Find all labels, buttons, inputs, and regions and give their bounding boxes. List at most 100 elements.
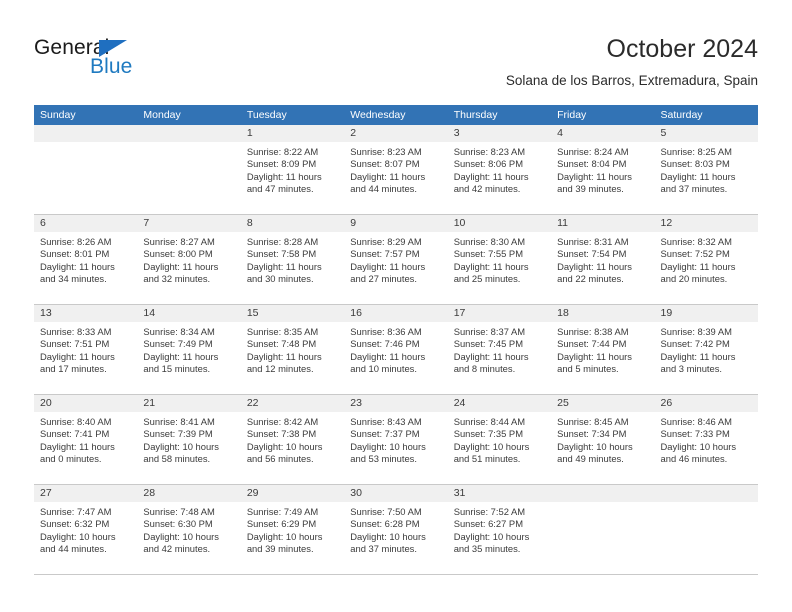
day-number-band: 14 [137,305,241,322]
day-number: 8 [246,217,253,229]
sunset-text: Sunset: 6:28 PM [350,518,420,530]
daylight-text: Daylight: 11 hours and 42 minutes. [453,170,529,195]
sunrise-text: Sunrise: 8:28 AM [246,236,319,247]
sunrise-text: Sunrise: 8:32 AM [660,236,732,247]
sunrise-text: Sunrise: 8:40 AM [40,416,112,427]
calendar-day-cell[interactable]: 26 Sunrise: 8:46 AM Sunset: 7:33 PM Dayligh… [654,395,758,484]
calendar-day-cell[interactable]: 19 Sunrise: 8:39 AM Sunset: 7:42 PM Dayligh… [654,305,758,394]
day-number-band: 22 [240,395,345,412]
calendar-day-cell[interactable]: 9 Sunrise: 8:29 AM Sunset: 7:57 PM Daylight… [344,215,448,304]
calendar-day-cell[interactable]: 28 Sunrise: 7:48 AM Sunset: 6:30 PM Dayligh… [137,485,241,574]
day-number-band: 18 [551,305,655,322]
sunrise-text: Sunrise: 8:25 AM [660,146,732,157]
day-number: 22 [246,397,259,409]
daylight-text: Daylight: 11 hours and 17 minutes. [40,350,115,375]
calendar-day-cell[interactable]: 6 Sunrise: 8:26 AM Sunset: 8:01 PM Daylight… [34,215,138,304]
calendar-week-row: 1 Sunrise: 8:22 AM Sunset: 8:09 PM Daylight… [34,125,758,215]
calendar-day-cell[interactable]: 21 Sunrise: 8:41 AM Sunset: 7:39 PM Dayligh… [137,395,241,484]
daylight-text: Daylight: 11 hours and 37 minutes. [660,170,736,195]
calendar-day-cell-empty [34,125,138,214]
day-number-band: 28 [137,485,241,502]
calendar-day-cell[interactable]: 8 Sunrise: 8:28 AM Sunset: 7:58 PM Daylight… [240,215,345,304]
calendar-week-row: 27 Sunrise: 7:47 AM Sunset: 6:32 PM Dayligh… [34,485,758,575]
sunset-text: Sunset: 7:38 PM [246,428,317,440]
calendar-day-cell[interactable]: 23 Sunrise: 8:43 AM Sunset: 7:37 PM Dayligh… [344,395,448,484]
sunrise-text: Sunrise: 8:44 AM [453,416,526,427]
sunset-text: Sunset: 7:35 PM [453,428,523,440]
day-number: 26 [660,397,673,409]
daylight-text: Daylight: 10 hours and 53 minutes. [350,440,426,465]
day-details: Sunrise: 8:34 AM Sunset: 7:49 PM Daylight:… [137,322,240,376]
day-number: 2 [350,127,357,139]
sunset-text: Sunset: 6:29 PM [246,518,317,530]
day-number-band: 2 [344,125,448,142]
calendar-day-cell[interactable]: 20 Sunrise: 8:40 AM Sunset: 7:41 PM Dayligh… [34,395,138,484]
daylight-text: Daylight: 10 hours and 46 minutes. [660,440,737,465]
sunrise-text: Sunrise: 8:23 AM [453,146,526,157]
sunset-text: Sunset: 7:33 PM [660,428,730,440]
day-number-band: 3 [447,125,552,142]
calendar-day-cell[interactable]: 22 Sunrise: 8:42 AM Sunset: 7:38 PM Dayligh… [240,395,345,484]
day-number-band: 9 [344,215,448,232]
daylight-text: Daylight: 10 hours and 49 minutes. [557,440,633,465]
sunrise-text: Sunrise: 8:27 AM [143,236,215,247]
day-details: Sunrise: 8:29 AM Sunset: 7:57 PM Daylight:… [344,232,447,286]
sunrise-text: Sunrise: 7:47 AM [40,506,112,517]
calendar-week-row: 13 Sunrise: 8:33 AM Sunset: 7:51 PM Dayligh… [34,305,758,395]
daylight-text: Daylight: 11 hours and 27 minutes. [350,260,426,285]
day-number: 24 [453,397,466,409]
calendar-day-cell[interactable]: 14 Sunrise: 8:34 AM Sunset: 7:49 PM Dayligh… [137,305,241,394]
calendar-day-cell[interactable]: 10 Sunrise: 8:30 AM Sunset: 7:55 PM Dayligh… [447,215,552,304]
day-number-band [34,125,138,142]
calendar-day-cell[interactable]: 31 Sunrise: 7:52 AM Sunset: 6:27 PM Dayligh… [447,485,552,574]
calendar-day-cell[interactable]: 29 Sunrise: 7:49 AM Sunset: 6:29 PM Dayligh… [240,485,345,574]
calendar-day-cell[interactable]: 1 Sunrise: 8:22 AM Sunset: 8:09 PM Daylight… [240,125,345,214]
daylight-text: Daylight: 11 hours and 8 minutes. [453,350,529,375]
calendar-day-cell[interactable]: 25 Sunrise: 8:45 AM Sunset: 7:34 PM Dayligh… [551,395,655,484]
calendar-day-cell[interactable]: 16 Sunrise: 8:36 AM Sunset: 7:46 PM Dayligh… [344,305,448,394]
calendar-day-cell[interactable]: 27 Sunrise: 7:47 AM Sunset: 6:32 PM Dayligh… [34,485,138,574]
daylight-text: Daylight: 10 hours and 39 minutes. [246,530,323,555]
weekday-header-tuesday: Tuesday [246,109,287,121]
day-number: 31 [453,487,466,499]
logo-text-blue: Blue [90,55,133,78]
calendar-page: General Blue October 2024 Solana de los … [0,0,792,612]
sunset-text: Sunset: 7:39 PM [143,428,213,440]
day-details: Sunrise: 8:24 AM Sunset: 8:04 PM Daylight:… [551,142,654,196]
sunset-text: Sunset: 8:00 PM [143,248,213,260]
calendar-day-cell[interactable]: 3 Sunrise: 8:23 AM Sunset: 8:06 PM Daylight… [447,125,552,214]
calendar-day-cell[interactable]: 2 Sunrise: 8:23 AM Sunset: 8:07 PM Daylight… [344,125,448,214]
day-number: 7 [143,217,150,229]
day-number: 16 [350,307,362,319]
day-number: 30 [350,487,362,499]
daylight-text: Daylight: 10 hours and 35 minutes. [453,530,530,555]
sunset-text: Sunset: 7:58 PM [246,248,317,260]
calendar-day-cell[interactable]: 12 Sunrise: 8:32 AM Sunset: 7:52 PM Dayligh… [654,215,758,304]
calendar-day-cell[interactable]: 18 Sunrise: 8:38 AM Sunset: 7:44 PM Dayligh… [551,305,655,394]
calendar-day-cell[interactable]: 5 Sunrise: 8:25 AM Sunset: 8:03 PM Daylight… [654,125,758,214]
daylight-text: Daylight: 11 hours and 3 minutes. [660,350,736,375]
daylight-text: Daylight: 10 hours and 51 minutes. [453,440,530,465]
sunset-text: Sunset: 7:48 PM [246,338,317,350]
day-number-band [551,485,655,502]
sunset-text: Sunset: 8:07 PM [350,158,420,170]
day-number-band: 26 [654,395,758,412]
sunrise-text: Sunrise: 8:22 AM [246,146,319,157]
calendar-day-cell[interactable]: 4 Sunrise: 8:24 AM Sunset: 8:04 PM Daylight… [551,125,655,214]
day-number-band [654,485,758,502]
day-number-band: 1 [240,125,345,142]
calendar-day-cell[interactable]: 30 Sunrise: 7:50 AM Sunset: 6:28 PM Dayligh… [344,485,448,574]
day-details: Sunrise: 8:36 AM Sunset: 7:46 PM Daylight:… [344,322,447,376]
daylight-text: Daylight: 11 hours and 10 minutes. [350,350,426,375]
calendar-day-cell[interactable]: 24 Sunrise: 8:44 AM Sunset: 7:35 PM Dayligh… [447,395,552,484]
calendar-day-cell[interactable]: 7 Sunrise: 8:27 AM Sunset: 8:00 PM Daylight… [137,215,241,304]
calendar-day-cell[interactable]: 17 Sunrise: 8:37 AM Sunset: 7:45 PM Dayligh… [447,305,552,394]
calendar-day-cell[interactable]: 13 Sunrise: 8:33 AM Sunset: 7:51 PM Dayligh… [34,305,138,394]
day-number-band: 31 [447,485,552,502]
calendar-day-cell[interactable]: 11 Sunrise: 8:31 AM Sunset: 7:54 PM Dayligh… [551,215,655,304]
sunrise-text: Sunrise: 7:48 AM [143,506,215,517]
page-subtitle: Solana de los Barros, Extremadura, Spain [505,73,758,88]
title-block: October 2024 Solana de los Barros, Extre… [506,34,758,90]
calendar-day-cell[interactable]: 15 Sunrise: 8:35 AM Sunset: 7:48 PM Dayligh… [240,305,345,394]
day-details: Sunrise: 8:28 AM Sunset: 7:58 PM Daylight:… [241,232,344,286]
